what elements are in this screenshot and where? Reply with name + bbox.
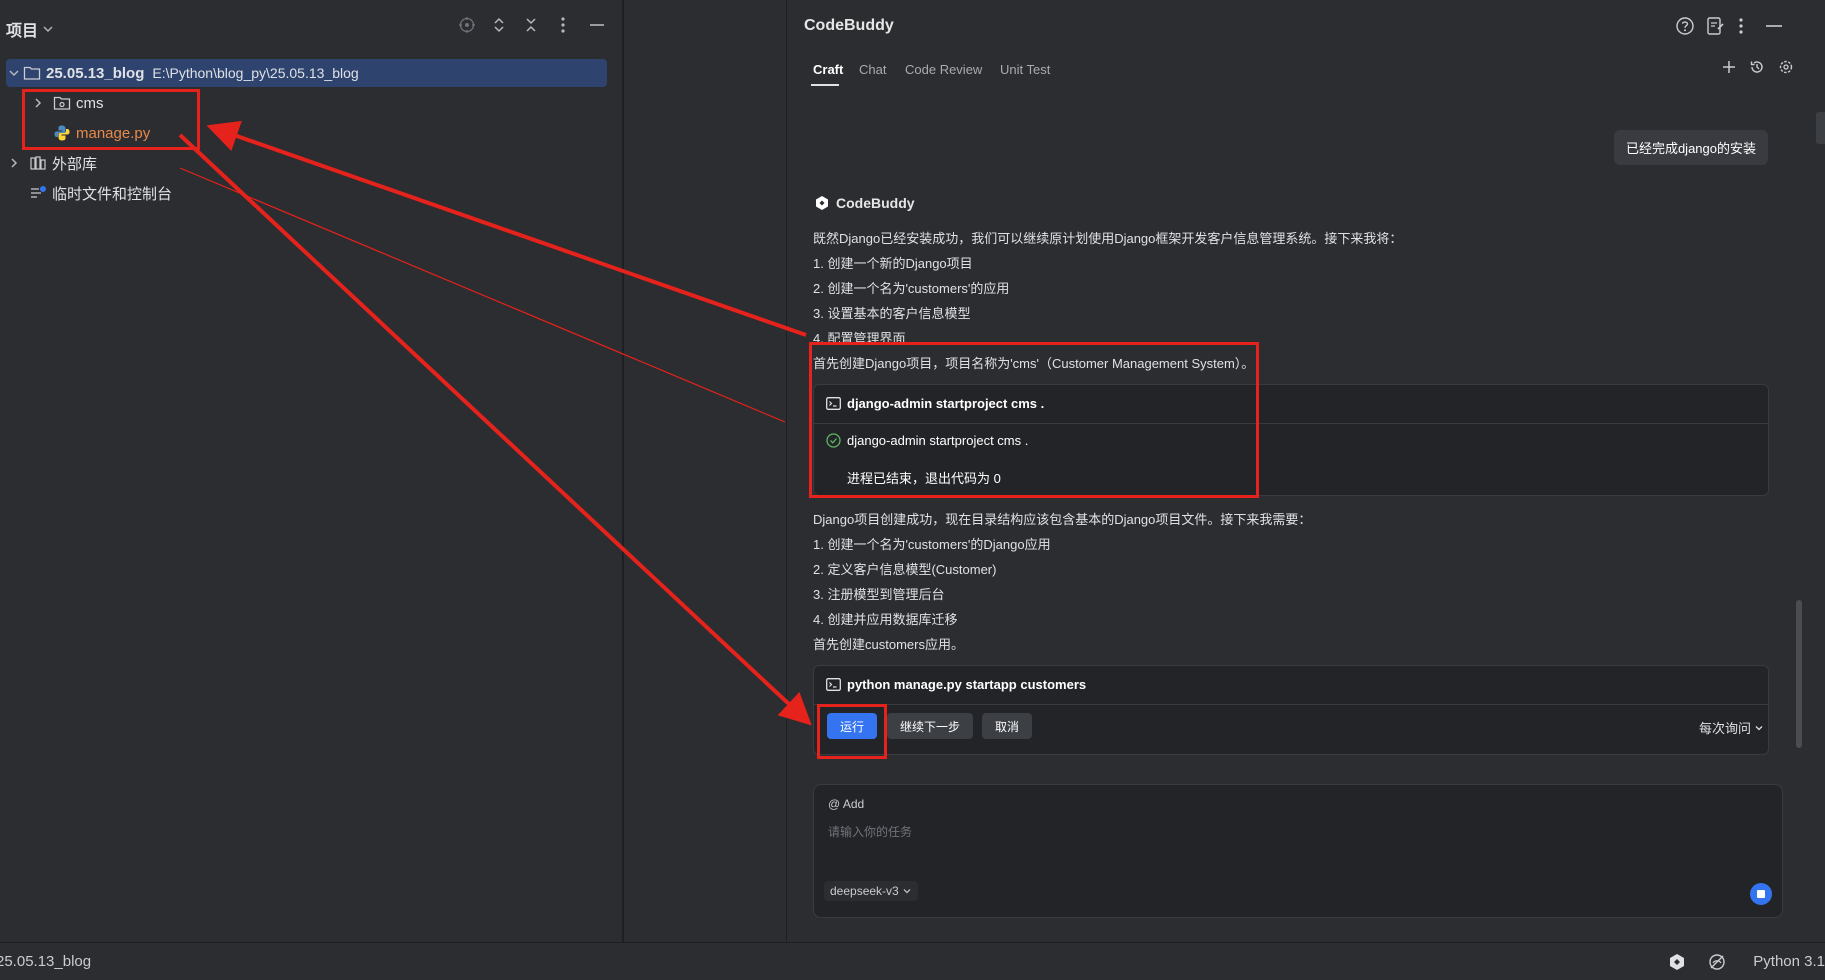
command-text: python manage.py startapp customers <box>847 677 1087 692</box>
continue-next-button[interactable]: 继续下一步 <box>887 713 973 739</box>
minimize-icon[interactable] <box>586 14 608 36</box>
locate-icon[interactable] <box>456 14 478 36</box>
tab-code-review[interactable]: Code Review <box>905 62 982 77</box>
tree-row-scratches[interactable]: 临时文件和控制台 <box>28 179 172 207</box>
chevron-down-icon <box>1755 725 1763 730</box>
annotation-box-files <box>22 89 200 150</box>
annotation-box-command <box>809 342 1259 498</box>
notes-icon[interactable] <box>1705 16 1725 36</box>
task-input[interactable]: 请输入你的任务 <box>828 823 912 840</box>
collapse-all-icon[interactable] <box>520 14 542 36</box>
codebuddy-title: CodeBuddy <box>804 17 894 34</box>
reply-line: 2. 创建一个名为'customers'的应用 <box>813 281 1010 296</box>
reply-line: 2. 定义客户信息模型(Customer) <box>813 562 997 577</box>
reply-line: 3. 设置基本的客户信息模型 <box>813 306 971 321</box>
user-message: 已经完成django的安装 <box>1613 130 1768 165</box>
history-icon[interactable] <box>1749 59 1765 75</box>
chat-scrollbar[interactable] <box>1796 600 1802 748</box>
command-header: python manage.py startapp customers <box>826 677 1086 692</box>
no-inspection-icon[interactable] <box>1708 953 1726 971</box>
codebuddy-logo-icon <box>816 196 828 210</box>
expand-all-icon[interactable] <box>488 14 510 36</box>
ask-mode-label: 每次询问 <box>1698 721 1751 736</box>
add-context-button[interactable]: @ Add <box>828 797 864 811</box>
project-panel-title: 项目 <box>6 23 39 40</box>
assistant-header: CodeBuddy <box>814 195 915 211</box>
assistant-name: CodeBuddy <box>836 195 915 211</box>
tree-row-project-root[interactable]: 25.05.13_blog E:\Python\blog_py\25.05.13… <box>6 59 607 87</box>
settings-gear-icon[interactable] <box>1778 59 1794 75</box>
stop-button[interactable] <box>1750 883 1772 905</box>
library-icon <box>28 153 48 173</box>
new-chat-icon[interactable] <box>1721 59 1737 75</box>
minimize-icon[interactable] <box>1765 16 1783 36</box>
reply-line: 既然Django已经安装成功，我们可以继续原计划使用Django框架开发客户信息… <box>813 231 1403 246</box>
reply-line: 1. 创建一个新的Django项目 <box>813 256 973 271</box>
project-root-name: 25.05.13_blog <box>46 64 145 82</box>
status-project-path[interactable]: 25.05.13_blog <box>0 953 91 970</box>
cancel-button[interactable]: 取消 <box>982 713 1032 739</box>
command-card-startapp: python manage.py startapp customers <box>813 665 1769 755</box>
model-label: deepseek-v3 <box>830 884 899 898</box>
reply-line: 首先创建customers应用。 <box>813 637 964 652</box>
reply-line: 3. 注册模型到管理后台 <box>813 587 945 602</box>
terminal-icon <box>826 678 841 691</box>
help-icon[interactable] <box>1675 16 1695 36</box>
tree-item-label: 临时文件和控制台 <box>52 185 173 203</box>
tree-item-label: 外部库 <box>52 155 98 173</box>
divider <box>814 704 1768 705</box>
more-options-icon[interactable] <box>1738 16 1744 36</box>
tab-unit-test[interactable]: Unit Test <box>1000 62 1050 77</box>
tab-craft[interactable]: Craft <box>813 62 843 77</box>
codebuddy-status-icon[interactable] <box>1668 953 1686 971</box>
tab-chat[interactable]: Chat <box>859 62 886 77</box>
ask-mode-select[interactable]: 每次询问 <box>1699 718 1764 737</box>
annotation-box-run <box>817 704 887 759</box>
folder-icon <box>22 63 42 83</box>
editor-area <box>623 0 786 942</box>
reply-line: Django项目创建成功，现在目录结构应该包含基本的Django项目文件。接下来… <box>813 512 1312 527</box>
task-input-box[interactable]: @ Add 请输入你的任务 deepseek-v3 <box>813 784 1783 918</box>
chevron-down-icon <box>42 23 54 35</box>
active-tab-indicator <box>811 84 839 86</box>
stop-icon <box>1757 890 1765 898</box>
chevron-down-icon[interactable] <box>6 67 22 79</box>
tree-row-external-libraries[interactable]: 外部库 <box>6 149 97 177</box>
project-panel-header: 项目 <box>0 0 622 52</box>
python-interpreter[interactable]: Python 3.1 <box>1753 953 1825 970</box>
reply-line: 1. 创建一个名为'customers'的Django应用 <box>813 537 1051 552</box>
side-tool-strip[interactable] <box>1816 112 1825 144</box>
status-bar: 25.05.13_blog Python 3.1 <box>0 942 1825 980</box>
project-view-selector[interactable]: 项目 <box>6 17 54 41</box>
more-options-icon[interactable] <box>552 14 574 36</box>
reply-line: 4. 创建并应用数据库迁移 <box>813 612 958 627</box>
scratches-icon <box>28 183 48 203</box>
model-select[interactable]: deepseek-v3 <box>824 881 918 901</box>
chevron-right-icon[interactable] <box>6 157 22 169</box>
chevron-down-icon <box>903 889 911 894</box>
project-root-path: E:\Python\blog_py\25.05.13_blog <box>152 65 359 81</box>
